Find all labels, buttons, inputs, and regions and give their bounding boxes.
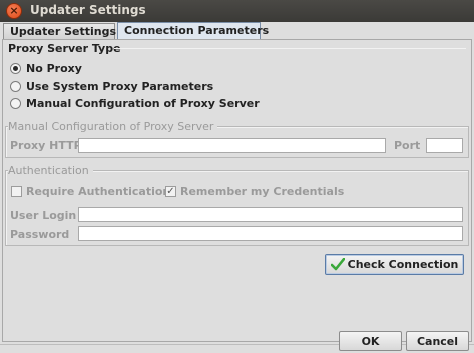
window-title: Updater Settings <box>30 3 146 17</box>
updater-settings-window: × Updater Settings Updater Settings Conn… <box>0 0 474 353</box>
authentication-title: Authentication <box>8 164 93 177</box>
radio-label: Manual Configuration of Proxy Server <box>26 96 260 110</box>
check-connection-label: Check Connection <box>347 258 459 271</box>
checkmark-icon[interactable]: ✓ <box>165 185 176 197</box>
radio-system-proxy[interactable]: Use System Proxy Parameters <box>10 78 213 94</box>
checkbox-label: Require Authentication <box>26 184 171 198</box>
radio-button-checked[interactable] <box>10 62 21 74</box>
proxy-http-input[interactable] <box>78 138 386 153</box>
close-icon: × <box>9 4 19 17</box>
port-label: Port <box>394 139 421 152</box>
radio-label: Use System Proxy Parameters <box>26 79 214 93</box>
green-check-icon <box>330 258 345 271</box>
radio-label: No Proxy <box>26 61 82 75</box>
radio-button[interactable] <box>10 80 21 92</box>
require-authentication-checkbox[interactable]: Require Authentication <box>11 184 170 198</box>
tab-bar: Updater Settings Connection Parameters <box>0 22 474 41</box>
group-divider <box>114 48 466 49</box>
checkbox-unchecked[interactable] <box>11 185 22 197</box>
tab-label: Connection Parameters <box>124 24 270 37</box>
radio-button[interactable] <box>10 97 21 109</box>
check-connection-button[interactable]: Check Connection <box>325 254 464 275</box>
title-bar: × Updater Settings <box>0 0 474 22</box>
proxy-http-label: Proxy HTTP <box>10 139 82 152</box>
password-input[interactable] <box>78 226 463 241</box>
tab-label: Updater Settings <box>10 25 116 38</box>
checkbox-label: Remember my Credentials <box>180 184 345 198</box>
radio-manual-proxy[interactable]: Manual Configuration of Proxy Server <box>10 95 260 111</box>
remember-credentials-checkbox[interactable]: ✓ Remember my Credentials <box>165 184 344 198</box>
password-label: Password <box>10 228 70 241</box>
radio-no-proxy[interactable]: No Proxy <box>10 60 82 76</box>
user-login-input[interactable] <box>78 207 463 222</box>
manual-config-title: Manual Configuration of Proxy Server <box>8 120 218 133</box>
port-input[interactable] <box>426 138 463 153</box>
cancel-button[interactable]: Cancel <box>406 331 469 351</box>
close-window-button[interactable]: × <box>6 3 22 19</box>
cancel-label: Cancel <box>416 334 459 348</box>
proxy-server-type-title: Proxy Server Type <box>8 42 121 55</box>
ok-label: OK <box>361 334 380 348</box>
user-login-label: User Login <box>10 209 77 222</box>
footer-divider <box>0 344 474 345</box>
ok-button[interactable]: OK <box>339 331 402 351</box>
